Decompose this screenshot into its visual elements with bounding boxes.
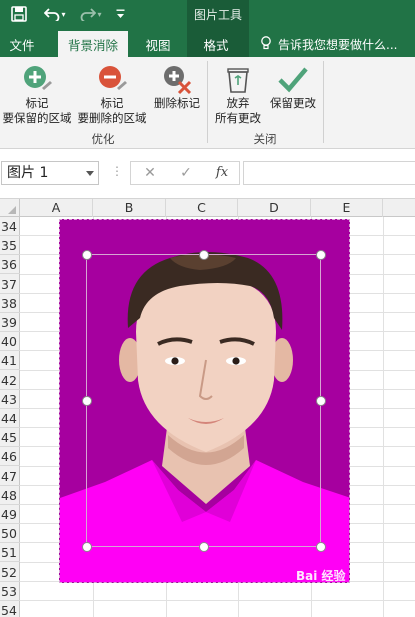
delete-mark-icon <box>161 63 193 95</box>
gridline <box>20 600 415 601</box>
keep-changes-label: 保留更改 <box>270 96 316 110</box>
formula-bar-buttons: ✕ ✓ fx <box>130 161 240 185</box>
row-header[interactable]: 42 <box>0 371 20 390</box>
row-header[interactable]: 39 <box>0 313 20 332</box>
discard-label-2: 所有更改 <box>215 111 261 125</box>
title-bar: ▾ ▾ 图片工具 文件 背景消除 视图 格式 告诉我您想要做什么... <box>0 0 415 57</box>
column-header-b[interactable]: B <box>93 199 166 217</box>
delete-mark-button[interactable]: 删除标记 <box>150 57 204 129</box>
row-header-bar: 34 35 36 37 38 39 40 41 42 43 44 45 46 47 48 49 50 51 52 53… <box>0 217 20 617</box>
tab-view[interactable]: 视图 <box>138 31 178 57</box>
row-header[interactable]: 35 <box>0 236 20 256</box>
checkmark-icon <box>277 63 309 95</box>
row-header[interactable]: 43 <box>0 390 20 409</box>
discard-changes-button[interactable]: 放弃 所有更改 <box>210 57 266 129</box>
save-icon[interactable] <box>8 2 30 26</box>
resize-handle-right[interactable] <box>316 396 326 406</box>
tell-me-box[interactable]: 告诉我您想要做什么... <box>260 31 415 57</box>
name-box-value: 图片 1 <box>7 165 49 181</box>
row-header[interactable]: 38 <box>0 294 20 313</box>
row-header[interactable]: 34 <box>0 217 20 236</box>
mark-keep-button[interactable]: 标记 要保留的区域 <box>0 57 74 129</box>
row-header[interactable]: 53 <box>0 582 20 601</box>
customize-qat-icon[interactable] <box>112 2 128 26</box>
crop-selection-box[interactable] <box>86 254 321 547</box>
column-header-d[interactable]: D <box>238 199 311 217</box>
tell-me-placeholder: 告诉我您想要做什么... <box>278 37 398 52</box>
row-header[interactable]: 49 <box>0 505 20 524</box>
resize-handle-top[interactable] <box>199 250 209 260</box>
delete-mark-label: 删除标记 <box>154 96 200 110</box>
select-all-triangle-icon <box>8 206 16 214</box>
mark-remove-label-2: 要删除的区域 <box>77 111 147 125</box>
undo-icon[interactable]: ▾ <box>40 2 70 26</box>
group-label-close: 关闭 <box>253 132 277 146</box>
row-header[interactable]: 50 <box>0 524 20 544</box>
enter-icon[interactable]: ✓ <box>171 162 201 184</box>
row-header[interactable]: 51 <box>0 543 20 563</box>
group-label-refine: 优化 <box>91 132 115 146</box>
mark-remove-button[interactable]: 标记 要删除的区域 <box>76 57 148 129</box>
mark-keep-label-2: 要保留的区域 <box>2 111 72 125</box>
column-header-a[interactable]: A <box>20 199 93 217</box>
mark-keep-icon <box>21 63 53 95</box>
row-header[interactable]: 40 <box>0 332 20 352</box>
cancel-icon[interactable]: ✕ <box>135 162 165 184</box>
trash-icon <box>222 63 254 95</box>
resize-handle-top-right[interactable] <box>316 250 326 260</box>
redo-icon[interactable]: ▾ <box>76 2 106 26</box>
resize-handle-bottom-right[interactable] <box>316 542 326 552</box>
row-header[interactable]: 44 <box>0 409 20 428</box>
keep-changes-button[interactable]: 保留更改 <box>266 57 320 129</box>
chevron-down-icon[interactable] <box>86 171 94 176</box>
row-header[interactable]: 47 <box>0 467 20 486</box>
row-header[interactable]: 41 <box>0 351 20 371</box>
context-group-title: 图片工具 <box>193 8 242 22</box>
formula-input[interactable] <box>243 161 415 185</box>
group-separator <box>323 61 324 143</box>
tab-format[interactable]: 格式 <box>192 31 240 57</box>
mark-keep-label-1: 标记 <box>25 96 49 110</box>
formula-bar: 图片 1 ⋮ ✕ ✓ fx <box>0 149 415 199</box>
tab-file[interactable]: 文件 <box>0 31 44 57</box>
mark-remove-label-1: 标记 <box>100 96 124 110</box>
column-header-e[interactable]: E <box>311 199 383 217</box>
resize-handle-bottom-left[interactable] <box>82 542 92 552</box>
tab-background-removal[interactable]: 背景消除 <box>58 31 128 57</box>
discard-label-1: 放弃 <box>226 96 250 110</box>
resize-handle-top-left[interactable] <box>82 250 92 260</box>
select-all-button[interactable] <box>0 199 20 217</box>
insert-function-icon[interactable]: fx <box>207 162 237 184</box>
name-box[interactable]: 图片 1 <box>1 161 99 185</box>
formula-bar-resize-dots[interactable]: ⋮ <box>111 164 123 178</box>
mark-remove-icon <box>96 63 128 95</box>
row-header[interactable]: 36 <box>0 255 20 275</box>
row-header[interactable]: 52 <box>0 563 20 582</box>
lightbulb-icon <box>260 35 274 53</box>
row-header[interactable]: 54 <box>0 601 20 617</box>
gridline <box>383 217 384 617</box>
column-header-bar: A B C D E <box>0 199 415 217</box>
resize-handle-left[interactable] <box>82 396 92 406</box>
row-header[interactable]: 46 <box>0 447 20 467</box>
row-header[interactable]: 37 <box>0 275 20 294</box>
row-header[interactable]: 48 <box>0 486 20 505</box>
row-header[interactable]: 45 <box>0 428 20 448</box>
ribbon: 标记 要保留的区域 标记 要删除的区域 删除标记 优化 放弃 所有更改 保留更改… <box>0 57 415 149</box>
column-header-c[interactable]: C <box>166 199 238 217</box>
resize-handle-bottom[interactable] <box>199 542 209 552</box>
watermark: Bai 经验 <box>296 569 346 583</box>
